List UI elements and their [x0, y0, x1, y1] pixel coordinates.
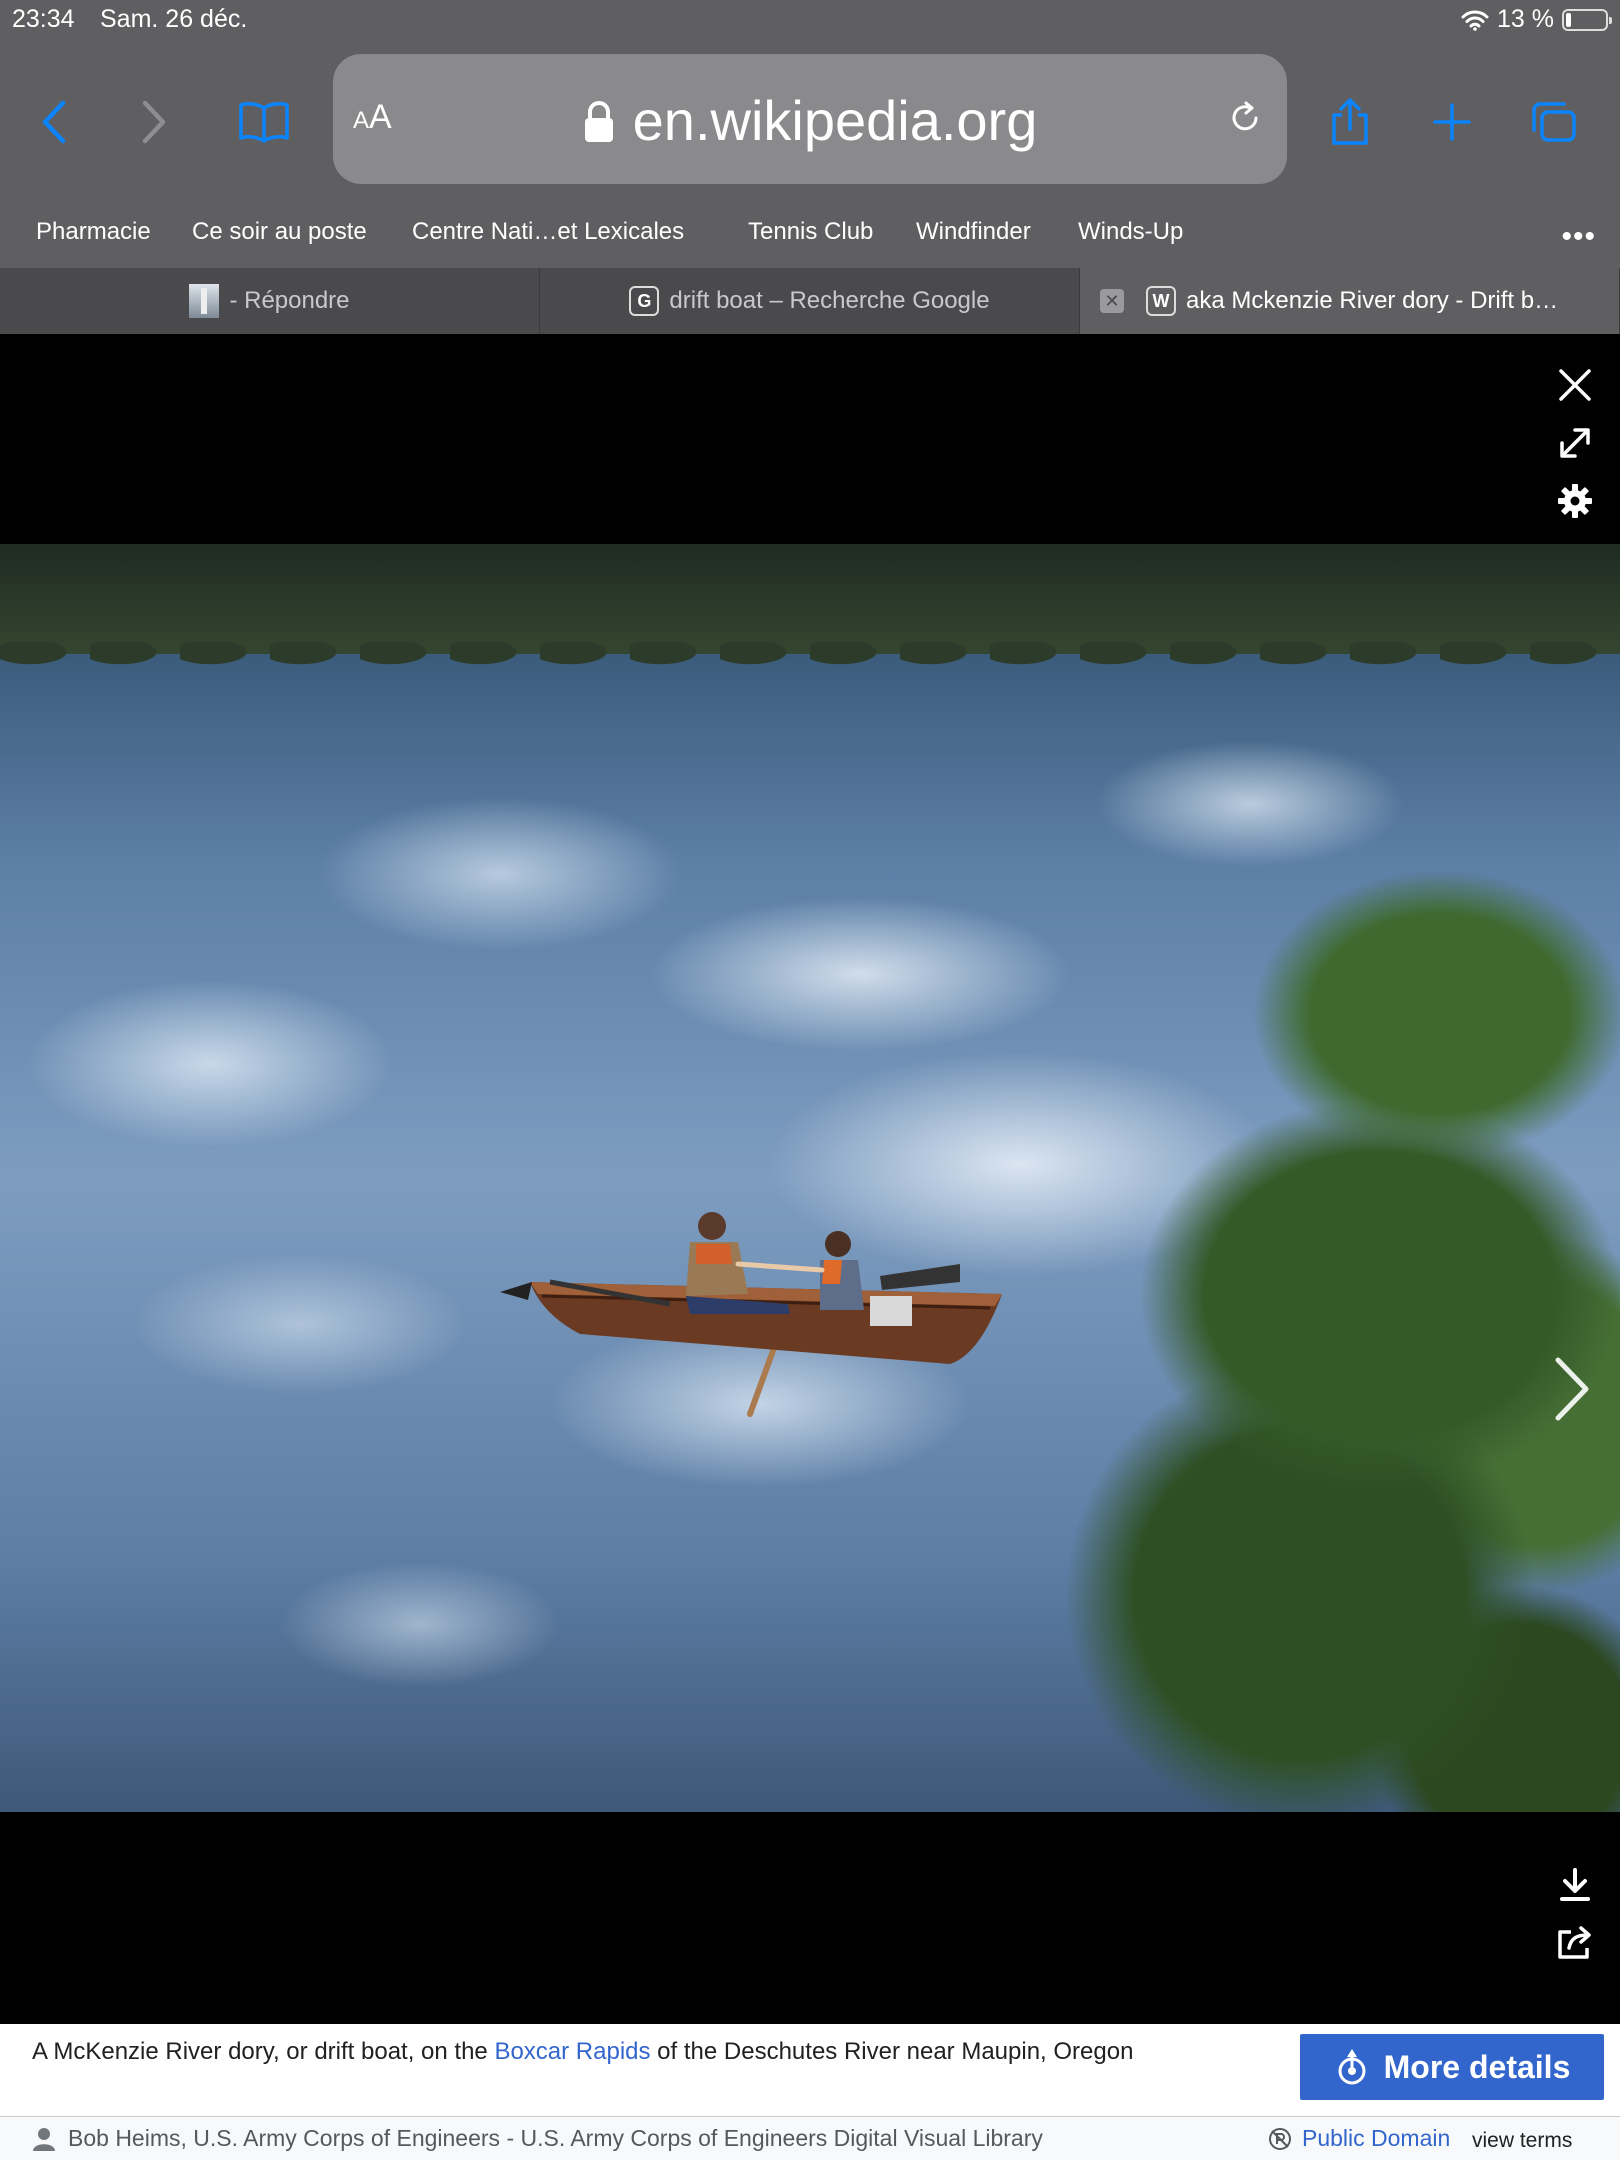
bookmark-centre-national[interactable]: Centre Nati…et Lexicales — [412, 218, 684, 246]
wifi-icon — [1461, 10, 1489, 31]
bookmark-winds-up[interactable]: Winds-Up — [1078, 218, 1183, 246]
status-bar: 23:34 Sam. 26 déc. 13 % — [0, 0, 1620, 40]
forward-button[interactable] — [126, 94, 182, 150]
url-display[interactable]: en.wikipedia.org — [333, 88, 1287, 153]
close-tab-icon[interactable]: ✕ — [1100, 289, 1124, 313]
address-bar[interactable]: AA en.wikipedia.org — [333, 54, 1287, 184]
tab-bar: - Répondre G drift boat – Recherche Goog… — [0, 268, 1620, 334]
plus-icon — [1433, 103, 1471, 141]
status-date: Sam. 26 déc. — [100, 5, 248, 33]
tab-wikipedia-active[interactable]: ✕ W aka Mckenzie River dory - Drift b… — [1080, 268, 1620, 334]
far-shore — [0, 544, 1620, 672]
bookmark-ce-soir-au-poste[interactable]: Ce soir au poste — [192, 218, 367, 246]
next-image-chevron-icon[interactable] — [1546, 1354, 1596, 1424]
caption-suffix: of the Deschutes River near Maupin, Oreg… — [650, 2038, 1134, 2065]
lock-icon — [584, 101, 613, 142]
more-details-button[interactable]: More details — [1300, 2034, 1604, 2100]
back-button[interactable] — [26, 94, 82, 150]
image-caption: A McKenzie River dory, or drift boat, on… — [32, 2038, 1133, 2066]
share-external-icon — [1558, 1926, 1591, 1959]
battery-icon — [1562, 8, 1612, 31]
tabs-overview-icon — [1532, 102, 1576, 142]
more-details-label: More details — [1383, 2048, 1571, 2085]
chevron-left-icon — [42, 100, 66, 144]
favorites-bar: Pharmacie Ce soir au poste Centre Nati…e… — [0, 218, 1620, 258]
more-bookmarks-button[interactable]: ••• — [1561, 220, 1596, 254]
google-favicon-icon: G — [629, 286, 660, 316]
settings-button[interactable] — [1552, 478, 1598, 524]
license-link[interactable]: Public Domain — [1268, 2125, 1450, 2152]
user-icon — [33, 2128, 55, 2151]
license-name: Public Domain — [1302, 2125, 1451, 2151]
chevron-right-icon — [142, 100, 166, 144]
tab-google-search[interactable]: G drift boat – Recherche Google — [540, 268, 1080, 334]
wikipedia-favicon-icon: W — [1146, 286, 1176, 316]
expand-icon — [1560, 428, 1590, 458]
share-image-button[interactable] — [1552, 1920, 1598, 1966]
book-icon — [239, 102, 289, 143]
browser-chrome: 23:34 Sam. 26 déc. 13 % AA en.wikipedia.… — [0, 0, 1620, 334]
tabs-overview-button[interactable] — [1526, 94, 1582, 150]
battery-percentage: 13 % — [1497, 5, 1554, 33]
bookmark-tennis-club[interactable]: Tennis Club — [748, 218, 873, 246]
caption-prefix: A McKenzie River dory, or drift boat, on… — [32, 2038, 495, 2065]
river-photo[interactable] — [0, 544, 1620, 1812]
close-icon — [1559, 369, 1591, 401]
url-text: en.wikipedia.org — [632, 89, 1038, 152]
browser-toolbar: AA en.wikipedia.org — [0, 54, 1620, 184]
tab-thumbnail-icon — [189, 284, 220, 318]
status-time: 23:34 — [12, 5, 75, 33]
tab-repondre[interactable]: - Répondre — [0, 268, 540, 334]
boxcar-rapids-link[interactable]: Boxcar Rapids — [494, 2038, 650, 2065]
bookmarks-button[interactable] — [236, 94, 292, 150]
share-icon — [1332, 98, 1368, 145]
download-icon — [1560, 1868, 1590, 1901]
gear-icon — [1558, 484, 1592, 518]
commons-logo-icon — [1338, 2049, 1366, 2085]
close-viewer-button[interactable] — [1552, 362, 1598, 408]
download-button[interactable] — [1552, 1862, 1598, 1908]
tab-title: drift boat – Recherche Google — [669, 287, 990, 314]
fullscreen-button[interactable] — [1552, 420, 1598, 466]
author-credit: Bob Heims, U.S. Army Corps of Engineers … — [68, 2125, 1043, 2151]
caption-panel: A McKenzie River dory, or drift boat, on… — [0, 2024, 1620, 2116]
bookmark-windfinder[interactable]: Windfinder — [916, 218, 1031, 246]
credit-panel: Bob Heims, U.S. Army Corps of Engineers … — [0, 2116, 1620, 2160]
share-button[interactable] — [1322, 94, 1378, 150]
status-indicators: 13 % — [1461, 5, 1612, 34]
drift-boat — [500, 1212, 1002, 1417]
bookmark-pharmacie[interactable]: Pharmacie — [36, 218, 151, 246]
reload-icon[interactable] — [1227, 100, 1263, 136]
tab-title: - Répondre — [229, 287, 350, 314]
public-domain-icon — [1269, 2127, 1291, 2150]
new-tab-button[interactable] — [1424, 94, 1480, 150]
battery-level — [1566, 12, 1571, 27]
tab-title: aka Mckenzie River dory - Drift b… — [1186, 287, 1559, 314]
view-terms-link[interactable]: view terms — [1472, 2129, 1572, 2153]
media-viewer — [0, 334, 1620, 2024]
